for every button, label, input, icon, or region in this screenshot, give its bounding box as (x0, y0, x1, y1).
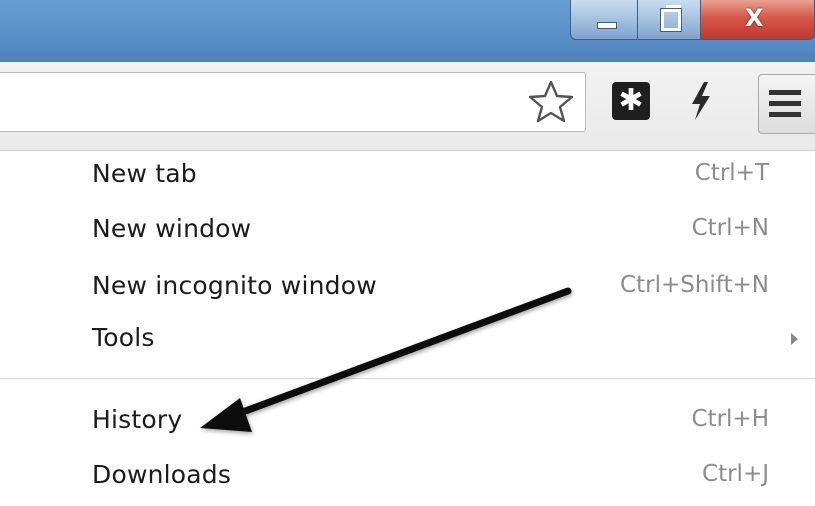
restore-icon (660, 8, 682, 32)
menu-separator (0, 378, 815, 379)
hamburger-menu-icon-bar (769, 112, 801, 117)
lightning-icon[interactable] (686, 80, 716, 122)
menu-item-label: New tab (92, 159, 197, 188)
hamburger-menu-icon-bar (769, 101, 801, 106)
minimize-icon (597, 22, 617, 29)
menu-item-shortcut: Ctrl+T (694, 160, 769, 186)
menu-item-label: History (92, 405, 183, 434)
restore-button[interactable] (637, 0, 701, 40)
extension-icon[interactable]: ✱ (612, 82, 650, 120)
address-bar[interactable] (0, 72, 586, 132)
menu-item-shortcut: Ctrl+Shift+N (620, 272, 769, 298)
menu-item-history[interactable]: History Ctrl+H (0, 397, 815, 447)
menu-item-label: New incognito window (92, 271, 377, 300)
hamburger-menu-icon (769, 90, 801, 95)
close-button[interactable]: X (700, 0, 815, 40)
menu-item-tools[interactable]: Tools (0, 315, 815, 365)
chrome-menu-button[interactable] (758, 74, 815, 134)
minimize-button[interactable] (570, 0, 638, 40)
browser-toolbar: ✱ (0, 62, 815, 151)
menu-item-new-window[interactable]: New window Ctrl+N (0, 206, 815, 256)
menu-item-label: New window (92, 214, 252, 243)
chrome-menu: New tab Ctrl+T New window Ctrl+N New inc… (0, 151, 815, 506)
menu-item-label: Downloads (92, 460, 232, 489)
close-icon: X (745, 4, 764, 32)
menu-item-downloads[interactable]: Downloads Ctrl+J (0, 452, 815, 502)
title-bar: X (0, 0, 815, 62)
submenu-arrow-icon (791, 333, 798, 345)
menu-item-shortcut: Ctrl+H (691, 406, 770, 432)
menu-item-shortcut: Ctrl+N (691, 215, 769, 241)
menu-item-new-incognito-window[interactable]: New incognito window Ctrl+Shift+N (0, 263, 815, 313)
menu-item-new-tab[interactable]: New tab Ctrl+T (0, 151, 815, 201)
menu-item-shortcut: Ctrl+J (702, 461, 769, 487)
star-icon[interactable] (527, 79, 575, 123)
menu-item-label: Tools (92, 323, 155, 352)
